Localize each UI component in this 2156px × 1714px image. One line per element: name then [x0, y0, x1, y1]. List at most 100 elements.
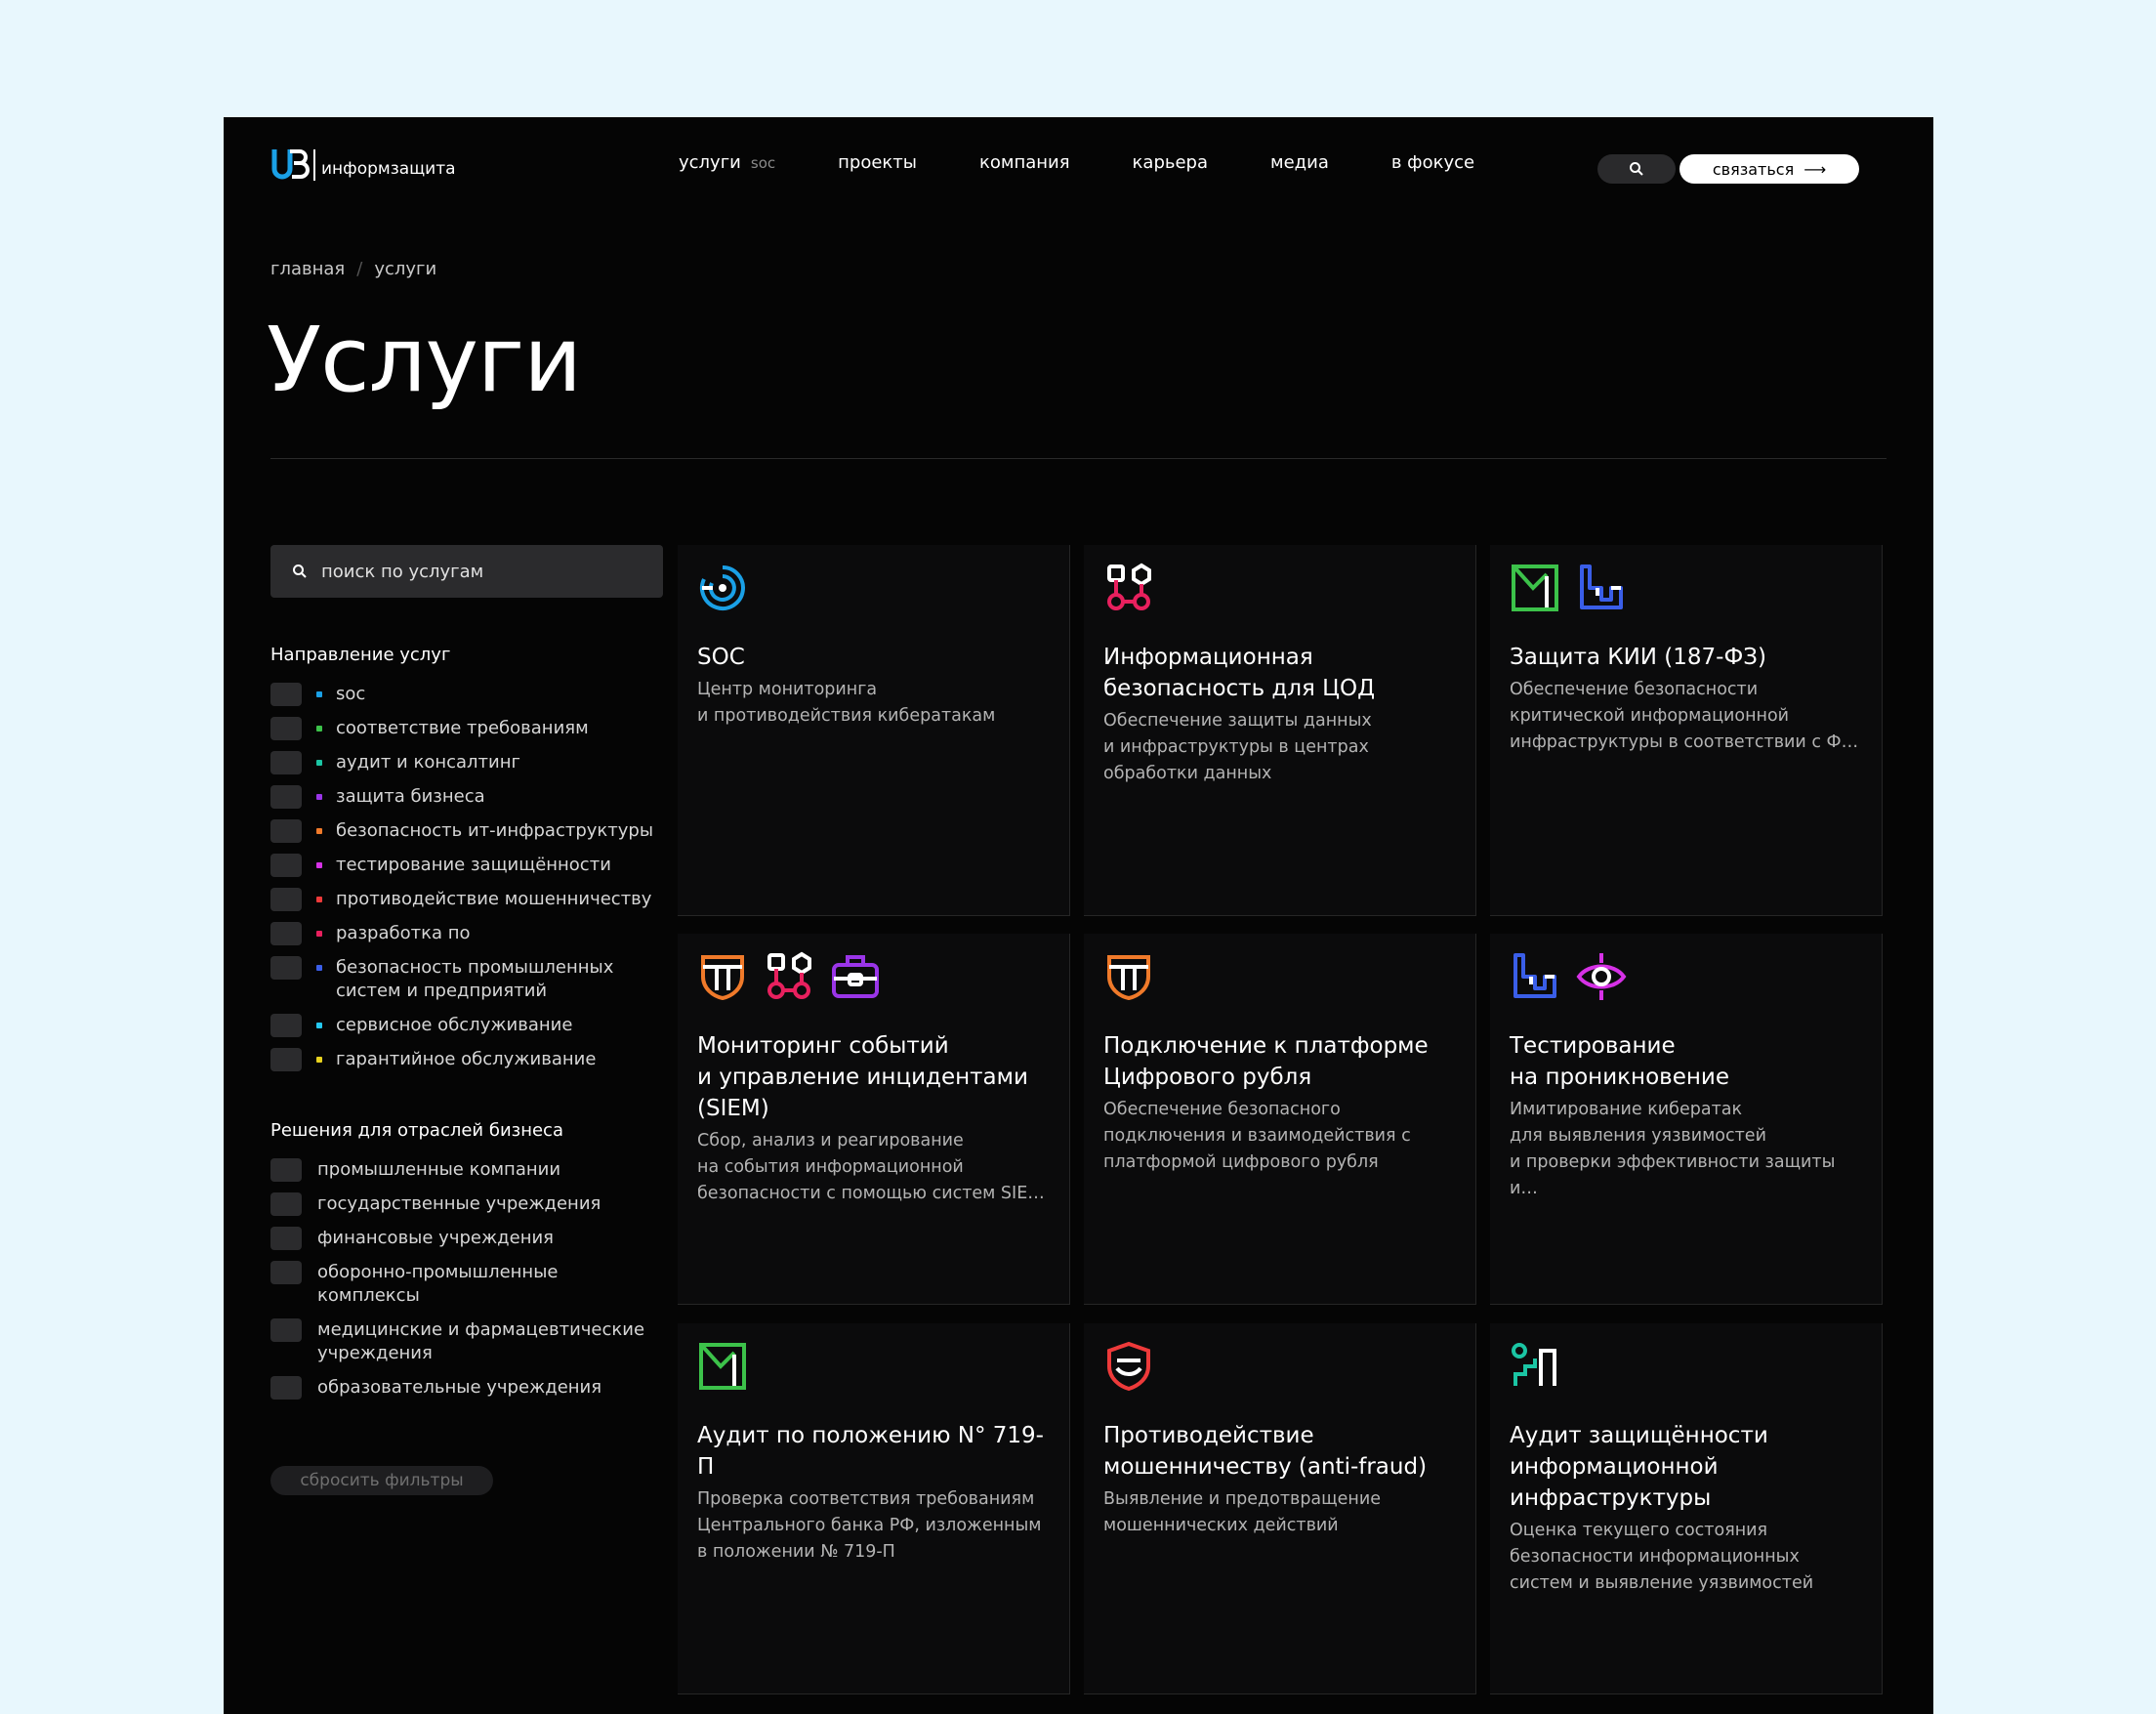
- filter-checkbox[interactable]: [270, 1048, 302, 1071]
- nav-item-company[interactable]: компания: [979, 152, 1070, 173]
- category-color-dot: [316, 1057, 322, 1063]
- service-card-soc[interactable]: SOC Центр мониторинга и противодействия к…: [678, 545, 1070, 916]
- logo[interactable]: информзащита: [270, 141, 456, 189]
- filter-group-title-industries: Решения для отраслей бизнеса: [270, 1120, 563, 1141]
- service-card-title: Аудит защищённости информационной инфрас…: [1510, 1423, 1768, 1511]
- service-card-title: Тестирование на проникновение: [1510, 1033, 1729, 1090]
- filter-checkbox[interactable]: [270, 1158, 302, 1182]
- service-card-description: Обеспечение безопасности критической инф…: [1510, 680, 1859, 752]
- service-card-title: Подключение к платформе Цифрового рубля: [1103, 1033, 1429, 1090]
- nav-item-focus[interactable]: в фокусе: [1391, 152, 1474, 173]
- contact-button[interactable]: связаться ⟶: [1679, 154, 1859, 184]
- filter-checkbox[interactable]: [270, 1261, 302, 1284]
- filter-label: гарантийное обслуживание: [336, 1049, 597, 1069]
- filter-checkbox[interactable]: [270, 888, 302, 911]
- page-frame: информзащита услуги soc проекты компания …: [224, 117, 1933, 1714]
- logo-mark-icon: [271, 149, 310, 180]
- nav-item-services[interactable]: услуги soc: [679, 152, 775, 173]
- nav-item-career[interactable]: карьера: [1133, 152, 1208, 173]
- service-card-dc-security[interactable]: Информационная безопасность для ЦОД Обесп…: [1084, 545, 1476, 916]
- breadcrumb-current: услуги: [374, 259, 437, 279]
- service-card-digital-ruble[interactable]: Подключение к платформе Цифрового рубля О…: [1084, 934, 1476, 1305]
- service-search-input[interactable]: [321, 561, 634, 582]
- filter-group-title-directions: Направление услуг: [270, 645, 451, 665]
- service-card-audit-719[interactable]: Аудит по положению N° 719-П Проверка соот…: [678, 1323, 1070, 1694]
- anti-fraud-shield-icon: [1107, 1341, 1150, 1392]
- filter-checkbox[interactable]: [270, 819, 302, 843]
- category-color-dot: [316, 691, 322, 697]
- compliance-icon: [699, 1343, 746, 1390]
- direction-filter[interactable]: противодействие мошенничеству: [270, 888, 663, 911]
- filter-checkbox[interactable]: [270, 1014, 302, 1037]
- category-color-dot: [316, 862, 322, 868]
- filter-checkbox[interactable]: [270, 1376, 302, 1400]
- industry-filter[interactable]: финансовые учреждения: [270, 1227, 663, 1250]
- filter-checkbox[interactable]: [270, 1227, 302, 1250]
- industry-filter[interactable]: медицинские и фармацевтические учреждени…: [270, 1318, 663, 1365]
- filter-checkbox[interactable]: [270, 956, 302, 980]
- header-search-button[interactable]: [1597, 154, 1676, 184]
- industry-filter[interactable]: оборонно-промышленные комплексы: [270, 1261, 663, 1308]
- direction-filter[interactable]: разработка по: [270, 922, 663, 945]
- service-card-description: Выявление и предотвращение мошеннических…: [1103, 1489, 1381, 1535]
- logo-separator: [313, 149, 315, 181]
- search-icon: [1630, 162, 1643, 176]
- reset-filters-button[interactable]: сбросить фильтры: [270, 1466, 493, 1495]
- direction-filter[interactable]: тестирование защищённости: [270, 854, 663, 877]
- nav-item-projects[interactable]: проекты: [838, 152, 917, 173]
- breadcrumb-separator: /: [356, 259, 363, 279]
- direction-filter[interactable]: соответствие требованиям: [270, 717, 663, 740]
- service-card-description: Сбор, анализ и реагирование на события и…: [697, 1131, 1045, 1203]
- filter-label: сервисное обслуживание: [336, 1015, 573, 1035]
- breadcrumb: главная / услуги: [270, 259, 436, 279]
- service-card-infra-audit[interactable]: Аудит защищённости информационной инфрас…: [1490, 1323, 1883, 1694]
- arrow-right-icon: ⟶: [1804, 159, 1827, 179]
- nav-item-media[interactable]: медиа: [1270, 152, 1329, 173]
- direction-filter[interactable]: аудит и консалтинг: [270, 751, 663, 774]
- industry-filter[interactable]: государственные учреждения: [270, 1192, 663, 1216]
- direction-filter[interactable]: защита бизнеса: [270, 785, 663, 809]
- filter-checkbox[interactable]: [270, 785, 302, 809]
- category-color-dot: [316, 965, 322, 971]
- filter-checkbox[interactable]: [270, 751, 302, 774]
- direction-filter[interactable]: безопасность промышленных систем и предп…: [270, 956, 663, 1003]
- soc-icon: [700, 565, 745, 610]
- audit-steps-icon: [1512, 1343, 1556, 1386]
- category-color-dot: [316, 794, 322, 800]
- main-nav: услуги soc проекты компания карьера медиа…: [679, 152, 1537, 173]
- direction-filter[interactable]: гарантийное обслуживание: [270, 1048, 663, 1071]
- service-card-pentest[interactable]: Тестирование на проникновение Имитировани…: [1490, 934, 1883, 1305]
- service-card-siem[interactable]: Мониторинг событий и управление инцидент…: [678, 934, 1070, 1305]
- direction-filter[interactable]: безопасность ит-инфраструктуры: [270, 819, 663, 843]
- breadcrumb-home[interactable]: главная: [270, 259, 345, 279]
- nav-item-sub[interactable]: soc: [751, 154, 775, 172]
- filter-label: защита бизнеса: [336, 786, 485, 807]
- service-card-description: Обеспечение защиты данных и инфраструкту…: [1103, 711, 1372, 783]
- service-card-anti-fraud[interactable]: Противодействие мошенничеству (anti-frau…: [1084, 1323, 1476, 1694]
- industry-filter[interactable]: образовательные учреждения: [270, 1376, 663, 1400]
- compliance-icon: [1512, 564, 1558, 611]
- service-search: [270, 545, 663, 598]
- service-card-title: Мониторинг событий и управление инцидент…: [697, 1033, 1028, 1121]
- service-card-title: SOC: [697, 645, 745, 670]
- filter-label: государственные учреждения: [317, 1193, 601, 1214]
- industry-filter[interactable]: промышленные компании: [270, 1158, 663, 1182]
- service-card-title: Противодействие мошенничеству (anti-frau…: [1103, 1423, 1428, 1480]
- filter-label: безопасность промышленных систем и предп…: [336, 957, 614, 1001]
- logo-text: информзащита: [321, 159, 456, 179]
- service-card-description: Проверка соответствия требованиям Центра…: [697, 1489, 1042, 1562]
- filter-label: промышленные компании: [317, 1159, 561, 1180]
- filter-checkbox[interactable]: [270, 683, 302, 706]
- filter-label: противодействие мошенничеству: [336, 889, 652, 909]
- category-color-dot: [316, 931, 322, 937]
- filter-checkbox[interactable]: [270, 854, 302, 877]
- filter-checkbox[interactable]: [270, 717, 302, 740]
- filter-label: оборонно-промышленные комплексы: [317, 1262, 559, 1306]
- direction-filter[interactable]: сервисное обслуживание: [270, 1014, 663, 1037]
- direction-filter[interactable]: soc: [270, 683, 663, 706]
- filter-checkbox[interactable]: [270, 922, 302, 945]
- filter-checkbox[interactable]: [270, 1318, 302, 1342]
- filter-checkbox[interactable]: [270, 1192, 302, 1216]
- service-card-kii[interactable]: Защита КИИ (187-ФЗ) Обеспечение безопасно…: [1490, 545, 1883, 916]
- service-card-title: Информационная безопасность для ЦОД: [1103, 645, 1376, 701]
